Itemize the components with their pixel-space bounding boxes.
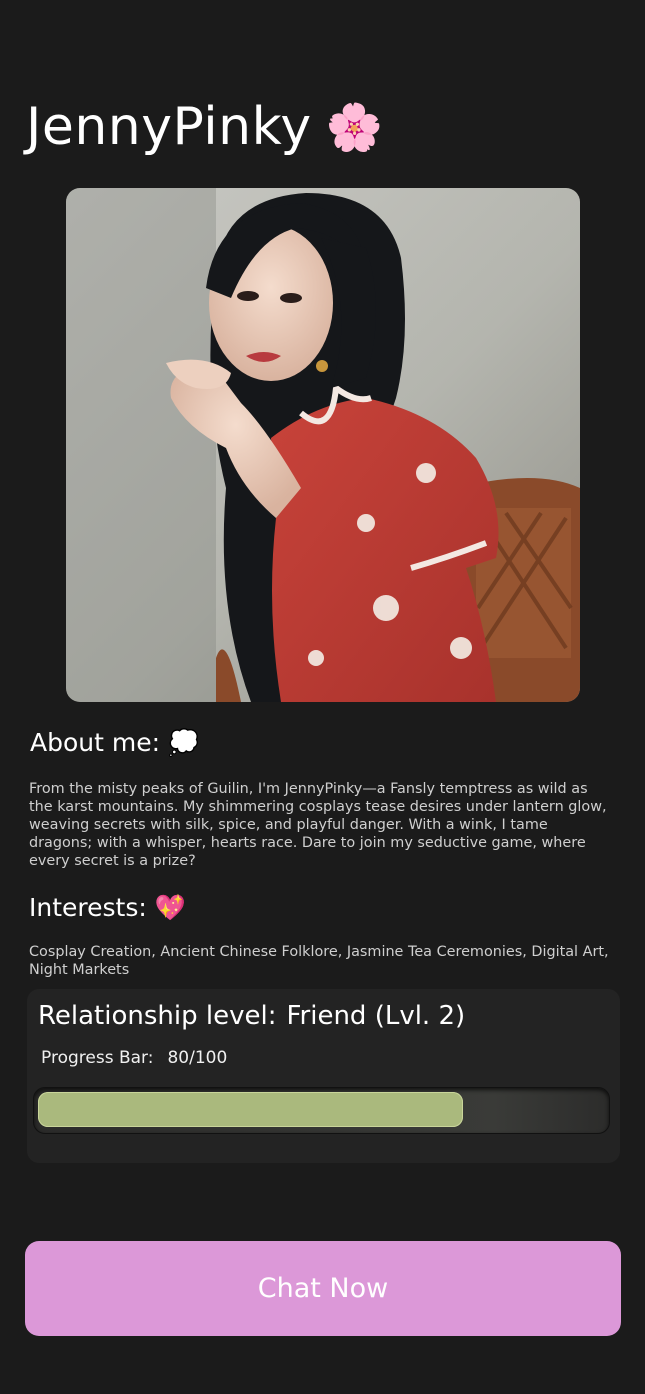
progress-label-text: Progress Bar:	[41, 1048, 154, 1068]
profile-name: JennyPinky 🌸	[26, 92, 383, 162]
cherry-blossom-icon: 🌸	[325, 99, 384, 154]
sparkling-heart-icon: 💖	[154, 893, 186, 922]
progress-bar-fill	[38, 1092, 463, 1127]
thought-bubble-icon: 💭	[167, 728, 200, 757]
profile-name-text: JennyPinky	[26, 97, 312, 157]
progress-bar	[33, 1087, 610, 1134]
interests-heading: Interests: 💖	[29, 893, 186, 923]
progress-label: Progress Bar: 80/100	[41, 1048, 227, 1068]
chat-now-button[interactable]: Chat Now	[25, 1241, 621, 1336]
profile-photo-image	[66, 188, 580, 702]
relationship-value: Friend (Lvl. 2)	[286, 1001, 466, 1031]
about-heading-label: About me:	[30, 728, 161, 757]
about-heading: About me: 💭	[30, 728, 199, 758]
progress-value: 80/100	[167, 1048, 228, 1068]
about-text: From the misty peaks of Guilin, I'm Jenn…	[29, 781, 607, 869]
interests-heading-label: Interests:	[29, 893, 147, 922]
relationship-card: Relationship level: Friend (Lvl. 2) Progr…	[27, 989, 620, 1163]
relationship-label: Relationship level:	[38, 1001, 277, 1031]
profile-photo	[66, 188, 580, 702]
relationship-level: Relationship level: Friend (Lvl. 2)	[38, 1001, 465, 1031]
interests-text: Cosplay Creation, Ancient Chinese Folklo…	[29, 944, 609, 978]
